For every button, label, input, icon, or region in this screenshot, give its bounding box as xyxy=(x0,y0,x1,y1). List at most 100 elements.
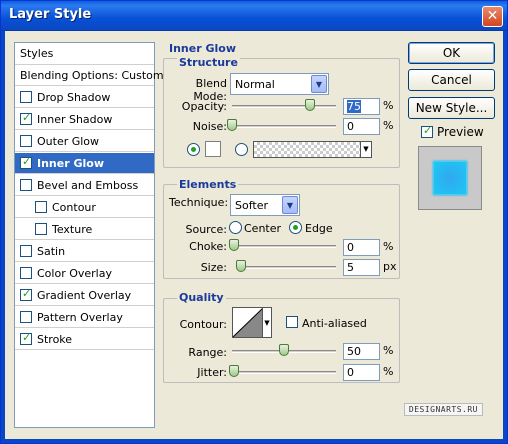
stroke-checkbox[interactable] xyxy=(20,331,32,345)
style-item-satin[interactable]: Satin xyxy=(15,241,154,262)
size-slider-thumb[interactable] xyxy=(236,260,246,272)
opacity-slider[interactable] xyxy=(232,105,336,108)
contour-checkbox[interactable] xyxy=(35,201,47,213)
jitter-label: Jitter: xyxy=(197,366,227,379)
size-input[interactable]: 5 xyxy=(343,259,380,276)
source-center-label: Center xyxy=(244,222,282,235)
title-bar[interactable]: Layer Style ✕ xyxy=(1,1,507,31)
gradient-radio[interactable] xyxy=(235,143,248,156)
inner-glow-title: Inner Glow xyxy=(169,42,236,55)
styles-header[interactable]: Styles xyxy=(15,43,154,65)
technique-label: Technique: xyxy=(169,196,229,209)
source-edge-radio[interactable] xyxy=(289,221,302,234)
pattern-overlay-checkbox[interactable] xyxy=(20,311,32,323)
anti-aliased-checkbox[interactable] xyxy=(286,316,298,328)
chevron-down-icon: ▼ xyxy=(360,142,371,157)
style-item-label: Inner Glow xyxy=(37,156,104,170)
choke-input[interactable]: 0 xyxy=(343,239,380,256)
blending-options-item[interactable]: Blending Options: Custom xyxy=(15,65,164,86)
style-item-label: Inner Shadow xyxy=(37,112,113,126)
contour-curve-icon xyxy=(232,307,264,338)
style-item-label: Contour xyxy=(52,200,96,214)
window-frame-bottom xyxy=(1,439,507,443)
window-frame-right xyxy=(503,31,507,443)
source-label: Source: xyxy=(185,223,228,236)
jitter-unit: % xyxy=(383,365,394,378)
style-item-drop-shadow[interactable]: Drop Shadow xyxy=(15,87,154,108)
style-item-bevel-and-emboss[interactable]: Bevel and Emboss xyxy=(15,175,154,196)
layer-style-dialog: Layer Style ✕ Styles Blending Options: C… xyxy=(0,0,508,444)
jitter-slider[interactable] xyxy=(232,371,336,374)
ok-button[interactable]: OK xyxy=(408,42,495,64)
inner-glow-panel: Inner Glow Structure Blend Mode: Normal … xyxy=(159,42,400,428)
style-item-outer-glow[interactable]: Outer Glow xyxy=(15,131,154,152)
source-edge-label: Edge xyxy=(305,222,333,235)
texture-checkbox[interactable] xyxy=(35,223,47,235)
window-frame-left xyxy=(1,31,5,443)
preview-checkbox[interactable] xyxy=(421,124,433,138)
color-radio[interactable] xyxy=(187,143,200,156)
gradient-overlay-checkbox[interactable] xyxy=(20,287,32,301)
opacity-slider-thumb[interactable] xyxy=(305,99,315,111)
outer-glow-checkbox[interactable] xyxy=(20,135,32,147)
preview-label: Preview xyxy=(437,125,484,139)
size-unit: px xyxy=(383,260,397,273)
elements-title: Elements xyxy=(177,178,239,191)
noise-unit: % xyxy=(383,119,394,132)
jitter-slider-thumb[interactable] xyxy=(229,365,239,377)
style-item-label: Satin xyxy=(37,244,66,258)
drop-shadow-checkbox[interactable] xyxy=(20,91,32,103)
noise-slider[interactable] xyxy=(232,125,336,128)
noise-input[interactable]: 0 xyxy=(343,118,380,135)
size-slider[interactable] xyxy=(239,266,336,269)
preview-swatch xyxy=(433,161,467,195)
styles-list: Styles Blending Options: Custom Drop Sha… xyxy=(14,42,164,428)
contour-picker[interactable]: ▼ xyxy=(232,307,272,338)
style-item-label: Texture xyxy=(52,222,93,236)
style-item-gradient-overlay[interactable]: Gradient Overlay xyxy=(15,285,154,306)
style-item-stroke[interactable]: Stroke xyxy=(15,329,154,350)
jitter-input[interactable]: 0 xyxy=(343,364,380,381)
noise-slider-thumb[interactable] xyxy=(227,119,237,131)
bevel-and-emboss-checkbox[interactable] xyxy=(20,179,32,191)
close-icon[interactable]: ✕ xyxy=(482,6,503,27)
blending-options-label: Blending Options: Custom xyxy=(20,68,164,82)
structure-title: Structure xyxy=(177,56,240,69)
style-item-label: Drop Shadow xyxy=(37,90,111,104)
style-item-color-overlay[interactable]: Color Overlay xyxy=(15,263,154,284)
style-item-texture[interactable]: Texture xyxy=(15,219,154,240)
chevron-down-icon: ▼ xyxy=(282,196,298,214)
cancel-button[interactable]: Cancel xyxy=(408,69,495,91)
style-preview xyxy=(418,146,482,210)
range-input[interactable]: 50 xyxy=(343,343,380,360)
style-item-inner-glow[interactable]: Inner Glow xyxy=(15,153,154,174)
style-item-label: Gradient Overlay xyxy=(37,288,132,302)
source-center-radio[interactable] xyxy=(229,221,242,234)
opacity-unit: % xyxy=(383,99,394,112)
style-item-label: Pattern Overlay xyxy=(37,310,123,324)
style-item-contour[interactable]: Contour xyxy=(15,197,154,218)
color-overlay-checkbox[interactable] xyxy=(20,267,32,279)
inner-shadow-checkbox[interactable] xyxy=(20,111,32,125)
dialog-title: Layer Style xyxy=(9,7,92,22)
choke-slider-thumb[interactable] xyxy=(229,239,239,251)
style-item-label: Bevel and Emboss xyxy=(37,178,139,192)
satin-checkbox[interactable] xyxy=(20,245,32,257)
style-item-pattern-overlay[interactable]: Pattern Overlay xyxy=(15,307,154,328)
style-item-label: Outer Glow xyxy=(37,134,100,148)
opacity-label: Opacity: xyxy=(181,100,227,113)
anti-aliased-label: Anti-aliased xyxy=(302,317,367,330)
choke-label: Choke: xyxy=(189,240,227,253)
gradient-picker[interactable]: ▼ xyxy=(253,141,372,158)
range-slider-thumb[interactable] xyxy=(279,344,289,356)
new-style-button[interactable]: New Style... xyxy=(408,97,495,119)
technique-select[interactable]: Softer ▼ xyxy=(230,194,300,216)
inner-glow-checkbox[interactable] xyxy=(20,155,32,169)
contour-label: Contour: xyxy=(179,318,227,331)
style-item-inner-shadow[interactable]: Inner Shadow xyxy=(15,109,154,130)
blend-mode-select[interactable]: Normal ▼ xyxy=(230,73,329,95)
choke-slider[interactable] xyxy=(232,245,336,248)
glow-color-swatch[interactable] xyxy=(205,141,221,157)
quality-title: Quality xyxy=(177,291,226,304)
opacity-input[interactable]: 75 xyxy=(343,98,380,115)
